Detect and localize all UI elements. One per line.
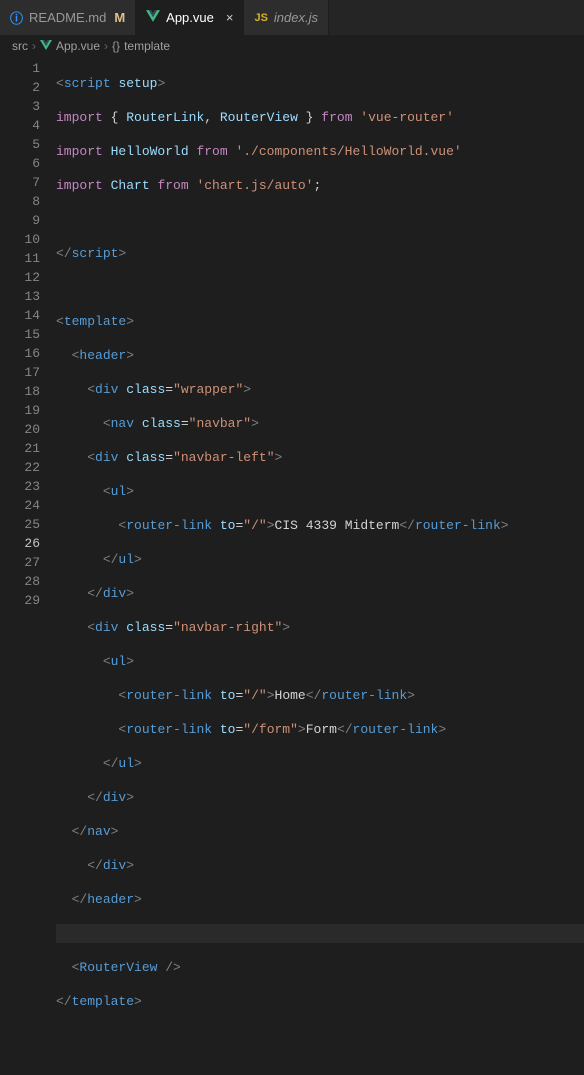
code-line: <header>: [56, 346, 584, 365]
breadcrumb-seg[interactable]: App.vue: [56, 39, 100, 53]
tab-app-vue[interactable]: App.vue ×: [136, 0, 244, 35]
chevron-right-icon: ›: [32, 39, 36, 53]
tab-bar: ⓘ README.md M App.vue × JS index.js: [0, 0, 584, 35]
code-line: import HelloWorld from './components/Hel…: [56, 142, 584, 161]
tab-label: index.js: [274, 10, 318, 25]
vue-icon: [40, 39, 52, 53]
tab-index-js[interactable]: JS index.js: [244, 0, 329, 35]
code-line: <ul>: [56, 652, 584, 671]
tab-label: App.vue: [166, 10, 214, 25]
code-line: </div>: [56, 788, 584, 807]
breadcrumb[interactable]: src › App.vue › {} template: [0, 35, 584, 57]
brace-icon: {}: [112, 39, 120, 53]
code-line: [56, 278, 584, 297]
code-line: <div class="navbar-left">: [56, 448, 584, 467]
code-line: </header>: [56, 890, 584, 909]
code-line: </script>: [56, 244, 584, 263]
close-icon[interactable]: ×: [226, 10, 234, 25]
code-line: <RouterView />: [56, 958, 584, 977]
code-line: </template>: [56, 992, 584, 1011]
js-icon: JS: [254, 12, 267, 24]
code-line: </nav>: [56, 822, 584, 841]
modified-indicator: M: [114, 10, 125, 25]
code-line: <router-link to="/">Home</router-link>: [56, 686, 584, 705]
code-line: </ul>: [56, 754, 584, 773]
code-line: <script setup>: [56, 74, 584, 93]
code-line: <ul>: [56, 482, 584, 501]
breadcrumb-seg[interactable]: src: [12, 39, 28, 53]
vue-icon: [146, 10, 160, 25]
code-line: <template>: [56, 312, 584, 331]
code-line: import { RouterLink, RouterView } from '…: [56, 108, 584, 127]
code-line: [56, 1026, 584, 1045]
tab-label: README.md: [29, 10, 106, 25]
code-line: import Chart from 'chart.js/auto';: [56, 176, 584, 195]
code-line: [56, 210, 584, 229]
code-line: <div class="navbar-right">: [56, 618, 584, 637]
minimap[interactable]: [576, 57, 584, 608]
code-line: </div>: [56, 584, 584, 603]
editor[interactable]: 123 456 789 101112 131415 161718 192021 …: [0, 57, 584, 608]
code-line: <div class="wrapper">: [56, 380, 584, 399]
line-gutter: 123 456 789 101112 131415 161718 192021 …: [0, 57, 56, 608]
code-line: <router-link to="/">CIS 4339 Midterm</ro…: [56, 516, 584, 535]
info-icon: ⓘ: [10, 8, 23, 27]
code-area[interactable]: <script setup> import { RouterLink, Rout…: [56, 57, 584, 608]
breadcrumb-seg[interactable]: template: [124, 39, 170, 53]
tab-readme[interactable]: ⓘ README.md M: [0, 0, 136, 35]
code-line: <router-link to="/form">Form</router-lin…: [56, 720, 584, 739]
code-line: </ul>: [56, 550, 584, 569]
code-line: [56, 924, 584, 943]
code-line: </div>: [56, 856, 584, 875]
code-line: <nav class="navbar">: [56, 414, 584, 433]
chevron-right-icon: ›: [104, 39, 108, 53]
